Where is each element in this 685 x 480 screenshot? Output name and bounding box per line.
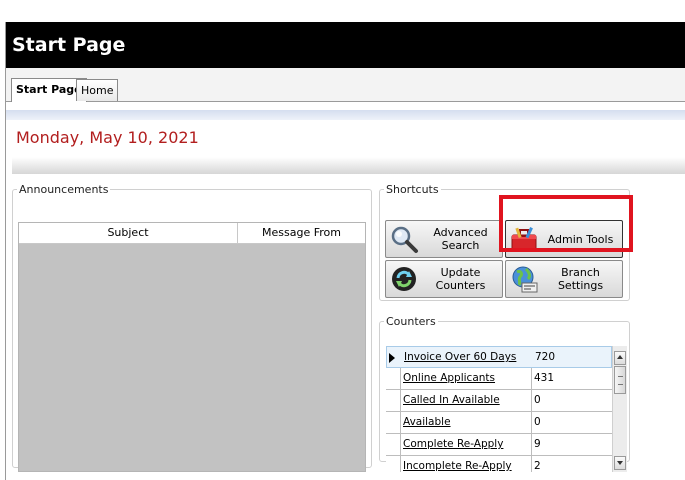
scroll-thumb[interactable] — [614, 366, 626, 394]
counter-name[interactable]: Invoice Over 60 Days — [404, 351, 516, 363]
refresh-icon — [389, 264, 419, 294]
counters-table[interactable]: Invoice Over 60 Days 720 Online Applican… — [386, 346, 627, 472]
counter-name[interactable]: Complete Re-Apply — [403, 438, 503, 450]
current-date: Monday, May 10, 2021 — [16, 128, 199, 147]
date-band — [12, 157, 685, 174]
column-subject[interactable]: Subject — [19, 223, 238, 243]
announcements-group: Announcements Subject Message From — [12, 183, 372, 472]
counter-row[interactable]: Called In Available 0 — [386, 390, 612, 412]
counter-value: 9 — [534, 438, 541, 450]
counter-value: 431 — [534, 372, 555, 384]
announcements-legend: Announcements — [19, 183, 109, 196]
update-counters-button[interactable]: Update Counters — [385, 260, 503, 298]
counter-name[interactable]: Incomplete Re-Apply — [403, 460, 512, 472]
counter-row[interactable]: Online Applicants 431 — [386, 368, 612, 390]
counters-scrollbar[interactable] — [612, 346, 627, 472]
counters-group: Counters Invoice Over 60 Days 720 Online… — [379, 315, 630, 472]
magnifier-icon — [389, 224, 419, 254]
advanced-search-button[interactable]: Advanced Search — [385, 220, 503, 258]
update-counters-label: Update Counters — [435, 266, 486, 292]
tab-strip: Start Page Home — [6, 68, 685, 102]
counters-legend: Counters — [386, 315, 436, 328]
counter-value: 0 — [534, 394, 541, 406]
announcements-header: Subject Message From — [19, 223, 365, 244]
column-message-from[interactable]: Message From — [238, 223, 365, 243]
counter-name[interactable]: Online Applicants — [403, 372, 495, 384]
branch-settings-button[interactable]: Branch Settings — [505, 260, 623, 298]
globe-icon — [509, 264, 539, 294]
announcements-table[interactable]: Subject Message From — [18, 222, 366, 472]
scroll-up-button[interactable] — [614, 351, 626, 365]
counter-row[interactable]: Complete Re-Apply 9 — [386, 434, 612, 456]
counter-row[interactable]: Invoice Over 60 Days 720 — [386, 346, 612, 368]
counter-row[interactable]: Available 0 — [386, 412, 612, 434]
top-strip — [0, 0, 685, 22]
branch-settings-label: Branch Settings — [557, 266, 604, 292]
header-band — [6, 110, 685, 120]
counter-value: 0 — [534, 416, 541, 428]
current-row-icon — [389, 353, 395, 363]
counter-name[interactable]: Called In Available — [403, 394, 500, 406]
tab-home[interactable]: Home — [76, 79, 119, 101]
page-title: Start Page — [6, 22, 685, 68]
scroll-down-button[interactable] — [614, 456, 626, 470]
shortcuts-legend: Shortcuts — [386, 183, 439, 196]
advanced-search-label: Advanced Search — [433, 226, 488, 252]
counter-name[interactable]: Available — [403, 416, 451, 428]
highlight-box — [499, 195, 633, 252]
counter-value: 2 — [534, 460, 541, 472]
counter-value: 720 — [535, 351, 556, 363]
counter-row[interactable]: Incomplete Re-Apply 2 — [386, 456, 612, 478]
